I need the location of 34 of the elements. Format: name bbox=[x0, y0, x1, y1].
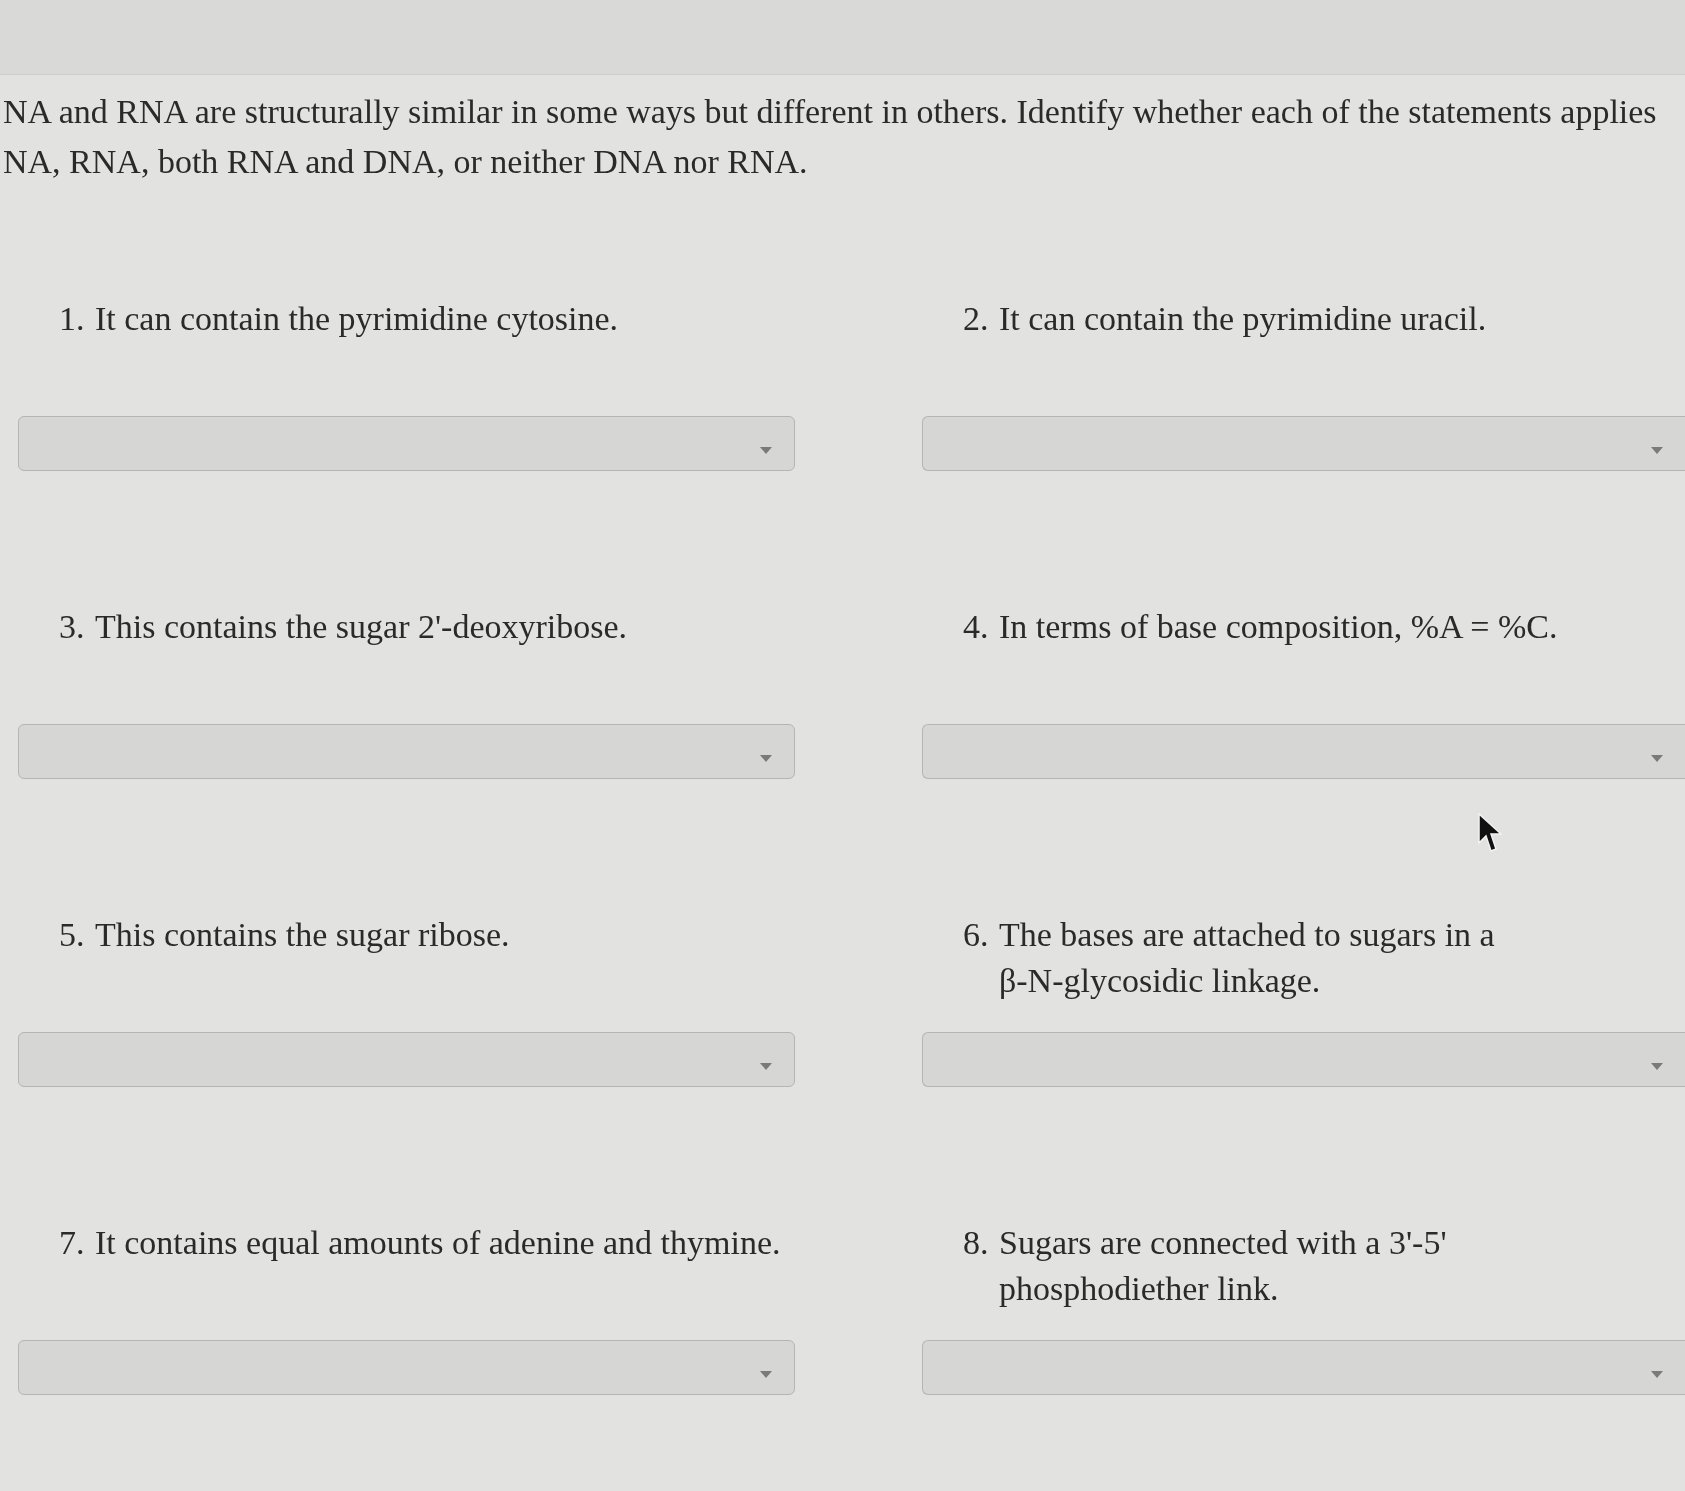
mouse-pointer-icon bbox=[1478, 813, 1502, 853]
answer-dropdown[interactable] bbox=[18, 1340, 795, 1395]
question-text: In terms of base composition, %A = %C. bbox=[999, 607, 1558, 647]
answer-dropdown[interactable] bbox=[18, 416, 795, 471]
question-text: The bases are attached to sugars in a β-N-glycosidic linkage. bbox=[999, 915, 1496, 1001]
caret-down-icon bbox=[760, 755, 772, 762]
question-text: It can contain the pyrimidine uracil. bbox=[999, 299, 1487, 339]
question-number: 4. bbox=[963, 607, 990, 647]
question-number: 3. bbox=[59, 607, 86, 647]
caret-down-icon bbox=[760, 447, 772, 454]
instructions-text: NA and RNA are structurally similar in some ways but different in others. Identify whether each of the statements applies NA, RNA, both RNA and DNA, or neither DNA nor RNA. bbox=[2, 92, 1658, 182]
caret-down-icon bbox=[1651, 447, 1663, 454]
question-text: This contains the sugar ribose. bbox=[95, 915, 510, 955]
caret-down-icon bbox=[1651, 1371, 1663, 1378]
question-text: It contains equal amounts of adenine and thymine. bbox=[95, 1223, 781, 1263]
answer-dropdown[interactable] bbox=[922, 724, 1685, 779]
answer-dropdown[interactable] bbox=[18, 724, 795, 779]
question-number: 1. bbox=[59, 299, 86, 339]
answer-dropdown[interactable] bbox=[18, 1032, 795, 1087]
question-number: 5. bbox=[59, 915, 86, 955]
answer-dropdown[interactable] bbox=[922, 1032, 1685, 1087]
caret-down-icon bbox=[760, 1371, 772, 1378]
answer-dropdown[interactable] bbox=[922, 1340, 1685, 1395]
caret-down-icon bbox=[1651, 755, 1663, 762]
question-number: 2. bbox=[963, 299, 990, 339]
question-number: 6. bbox=[963, 915, 990, 955]
question-text: It can contain the pyrimidine cytosine. bbox=[95, 299, 619, 339]
question-number: 7. bbox=[59, 1223, 86, 1263]
caret-down-icon bbox=[1651, 1063, 1663, 1070]
caret-down-icon bbox=[760, 1063, 772, 1070]
question-number: 8. bbox=[963, 1223, 990, 1263]
answer-dropdown[interactable] bbox=[922, 416, 1685, 471]
question-text: Sugars are connected with a 3'-5' phosphodiether link. bbox=[999, 1223, 1448, 1309]
question-text: This contains the sugar 2'-deoxyribose. bbox=[95, 607, 628, 647]
